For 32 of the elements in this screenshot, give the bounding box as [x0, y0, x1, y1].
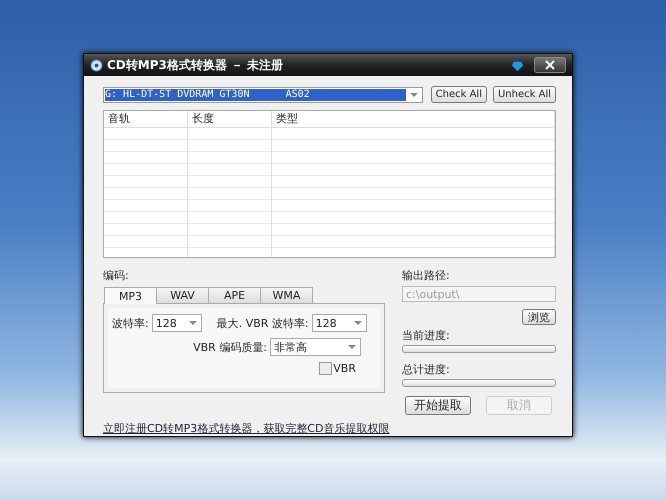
output-path-label: 输出路径: [402, 268, 451, 283]
column-header[interactable]: 长度 [188, 111, 272, 127]
window-title: CD转MP3格式转换器 － 未注册 [107, 56, 284, 74]
toolbar-button[interactable]: Unheck All [492, 86, 556, 103]
format-tab[interactable]: WMA [260, 287, 313, 303]
caret-icon [354, 321, 362, 325]
max-vbr-bitrate-dropdown[interactable]: 128 [312, 314, 367, 332]
column-header[interactable]: 音轨 [104, 111, 188, 127]
caret-icon [188, 321, 197, 325]
close-icon [545, 60, 555, 70]
close-button[interactable] [534, 57, 566, 73]
progress-label: 总计进度: [402, 362, 451, 377]
progress-label: 当前进度: [402, 328, 451, 343]
column-header[interactable]: 类型 [272, 111, 555, 127]
format-tab[interactable]: MP3 [104, 287, 157, 304]
vbr-label: VBR [333, 362, 356, 375]
drive-dropdown[interactable]: G: HL-DT-ST DVDRAM GT30N AS02 [103, 86, 423, 102]
vbr-quality-label: VBR 编码质量: [193, 340, 267, 354]
register-link[interactable]: 立即注册CD转MP3格式转换器，获取完整CD音乐提取权限 [103, 421, 390, 436]
caret-icon [410, 92, 418, 96]
encoding-label: 编码: [103, 268, 130, 283]
format-tab[interactable]: WAV [156, 287, 209, 303]
action-button[interactable]: 开始提取 [405, 396, 471, 415]
bitrate-dropdown[interactable]: 128 [152, 314, 202, 332]
max-vbr-bitrate-label: 最大. VBR 波特率: [216, 316, 309, 330]
bitrate-label: 波特率: [112, 316, 149, 330]
disc-icon [90, 58, 103, 72]
vbr-quality-dropdown[interactable]: 非常高 [270, 338, 361, 356]
vbr-checkbox[interactable] [319, 362, 332, 375]
caret-icon [348, 345, 356, 349]
format-tab[interactable]: APE [208, 287, 261, 303]
toolbar-button[interactable]: Check All [430, 86, 487, 103]
